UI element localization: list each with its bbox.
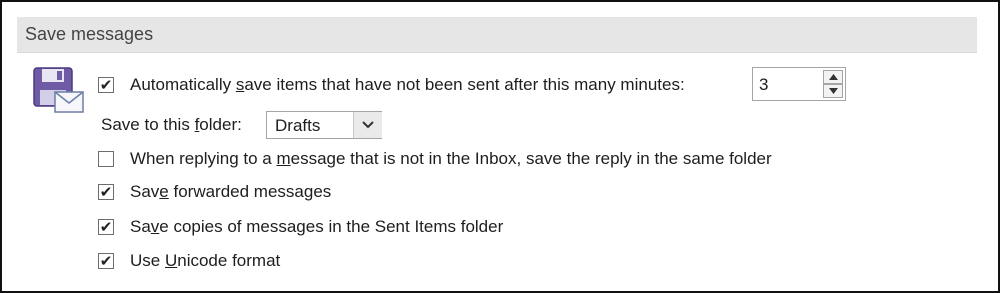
section-title: Save messages xyxy=(25,24,154,44)
spin-down-button[interactable] xyxy=(823,84,843,98)
chevron-down-icon xyxy=(828,88,838,94)
section-header: Save messages xyxy=(17,17,977,53)
unicode-label: Use Unicode format xyxy=(130,251,281,270)
folder-label: Save to this folder: xyxy=(101,115,242,134)
dropdown-button[interactable] xyxy=(353,112,382,138)
folder-value: Drafts xyxy=(275,116,321,135)
autosave-checkbox[interactable] xyxy=(98,77,114,93)
autosave-label: Automatically save items that have not b… xyxy=(130,75,685,94)
reply-folder-checkbox[interactable] xyxy=(98,151,114,167)
option-row-sent-items: Save copies of messages in the Sent Item… xyxy=(98,217,503,237)
forwarded-label: Save forwarded messages xyxy=(130,182,332,201)
sent-items-checkbox[interactable] xyxy=(98,219,114,235)
chevron-up-icon xyxy=(828,74,838,80)
save-mail-icon xyxy=(33,67,84,113)
folder-dropdown[interactable]: Drafts xyxy=(266,111,382,139)
reply-folder-label: When replying to a message that is not i… xyxy=(130,149,772,168)
option-row-unicode: Use Unicode format xyxy=(98,251,280,271)
option-row-forwarded: Save forwarded messages xyxy=(98,182,331,202)
chevron-down-icon xyxy=(362,121,374,129)
forwarded-checkbox[interactable] xyxy=(98,184,114,200)
autosave-row: Automatically save items that have not b… xyxy=(98,75,685,95)
option-row-reply-folder: When replying to a message that is not i… xyxy=(98,149,772,169)
minutes-spinner[interactable]: 3 xyxy=(752,67,846,101)
minutes-value[interactable]: 3 xyxy=(759,75,768,95)
sent-items-label: Save copies of messages in the Sent Item… xyxy=(130,217,504,236)
unicode-checkbox[interactable] xyxy=(98,253,114,269)
spin-up-button[interactable] xyxy=(823,70,843,84)
